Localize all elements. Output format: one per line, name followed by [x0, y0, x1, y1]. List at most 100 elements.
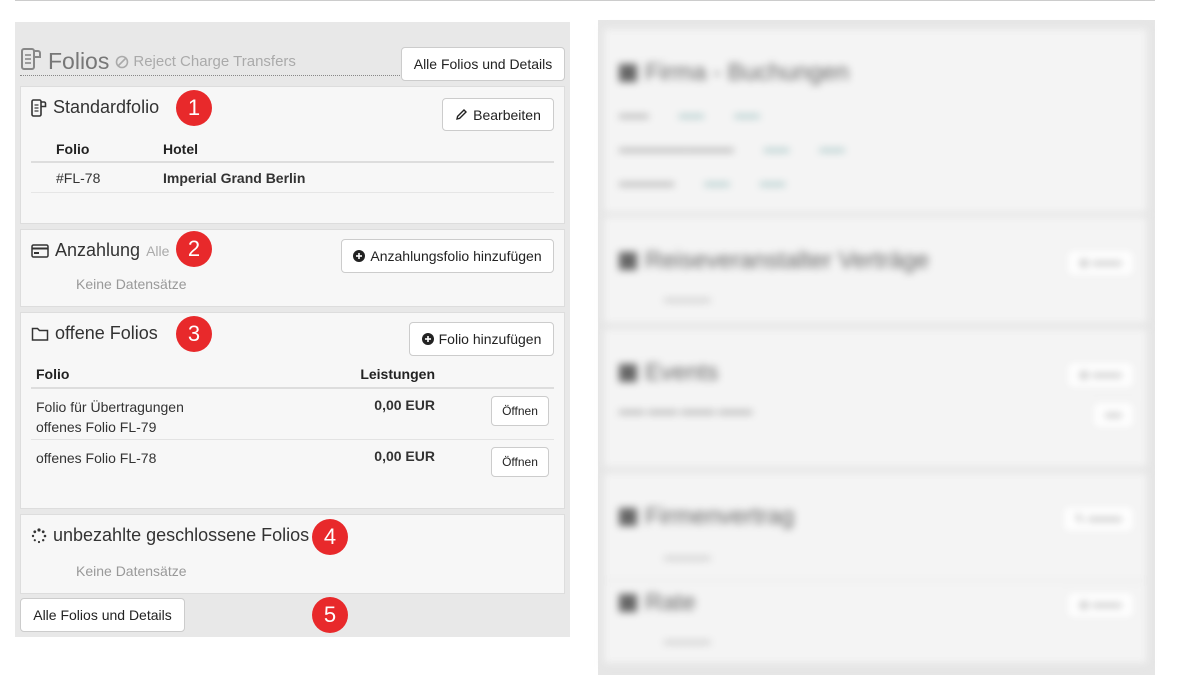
- open-folios-section: offene Folios Folio hinzufügen Folio Lei…: [20, 312, 565, 509]
- blurred-row: ▪▪▪▪▪▪ ▪▪▪▪▪▪▪ ▪▪▪▪▪▪▪▪ ▪▪▪▪▪▪▪▪: [619, 405, 753, 419]
- events-card: Events ⊕ ▪▪▪▪▪▪▪ ▪▪▪▪▪▪ ▪▪▪▪▪▪▪ ▪▪▪▪▪▪▪▪…: [603, 328, 1148, 468]
- events-title: Events: [619, 359, 718, 387]
- tour-contracts-title: Reiseveranstalter Verträge: [619, 247, 929, 275]
- spinner-icon: [31, 527, 47, 543]
- folio-description: offenes Folio FL-78: [36, 448, 156, 468]
- folder-icon: [31, 327, 49, 341]
- open-folio-button[interactable]: Öffnen: [491, 447, 549, 477]
- reject-charge-transfers-label: Reject Charge Transfers: [115, 53, 296, 70]
- column-header-folio: Folio: [36, 366, 70, 382]
- edit-button[interactable]: Bearbeiten: [442, 98, 554, 131]
- folios-title-row: Folios Reject Charge Transfers: [20, 48, 400, 76]
- unpaid-closed-empty-note: Keine Datensätze: [76, 563, 187, 579]
- table-row: offenes Folio FL-78 0,00 EUR Öffnen: [31, 440, 554, 491]
- table-row[interactable]: #FL-78 Imperial Grand Berlin: [31, 163, 554, 193]
- open-folios-title: offene Folios: [55, 323, 158, 343]
- plus-circle-icon: [421, 333, 434, 345]
- blurred-row: ▪▪▪▪▪▪▪ ▪▪▪▪▪▪ ▪▪▪▪▪▪: [619, 109, 760, 123]
- add-folio-button[interactable]: Folio hinzufügen: [409, 322, 554, 356]
- company-contract-title-text: Firmenvertrag: [645, 503, 795, 530]
- standard-folio-header: Standardfolio: [31, 97, 159, 118]
- unpaid-closed-folios-section: unbezahlte geschlossene Folios Keine Dat…: [20, 514, 565, 594]
- deposit-section: Anzahlung Alle Anzahlungsfolio hinzufüge…: [20, 229, 565, 307]
- add-folio-label: Folio hinzufügen: [438, 331, 542, 347]
- company-bookings-title: Firma - Buchungen: [619, 59, 849, 87]
- standard-folio-table: Folio Hotel #FL-78 Imperial Grand Berlin: [31, 137, 554, 193]
- folio-line-1: offenes Folio FL-78: [36, 450, 157, 466]
- card-icon: [619, 252, 637, 270]
- column-header-services: Leistungen: [360, 366, 435, 382]
- reject-charge-transfers-text: Reject Charge Transfers: [133, 53, 296, 70]
- folios-panel: Folios Reject Charge Transfers Alle Foli…: [15, 22, 570, 637]
- rate-title: Rate: [619, 589, 696, 617]
- open-folios-header: offene Folios: [31, 323, 158, 344]
- marker-2: 2: [176, 231, 212, 267]
- blurred-add-button[interactable]: ⊕ ▪▪▪▪▪▪▪: [1065, 591, 1135, 619]
- blurred-row: ▪▪▪▪▪▪▪▪▪▪▪▪▪ ▪▪▪▪▪▪ ▪▪▪▪▪▪: [619, 177, 786, 191]
- company-contract-title: Firmenvertrag: [619, 503, 794, 531]
- folio-icon: [20, 47, 42, 76]
- unpaid-closed-title: unbezahlte geschlossene Folios: [53, 525, 310, 545]
- marker-4: 4: [312, 519, 348, 555]
- pencil-icon: [456, 109, 468, 120]
- table-row: Folio für Übertragungen offenes Folio FL…: [31, 389, 554, 440]
- deposit-hint: Alle: [146, 242, 170, 259]
- table-header-row: Folio Hotel: [31, 137, 554, 163]
- edit-button-label: Bearbeiten: [473, 106, 541, 123]
- deposit-header: Anzahlung Alle: [31, 240, 169, 261]
- open-folio-button[interactable]: Öffnen: [491, 396, 549, 426]
- document-icon: [619, 594, 637, 612]
- add-deposit-folio-label: Anzahlungsfolio hinzufügen: [370, 248, 542, 264]
- unpaid-closed-header: unbezahlte geschlossene Folios: [31, 525, 309, 546]
- open-folios-table: Folio Leistungen Folio für Übertragungen…: [31, 361, 554, 491]
- hotel-name: Imperial Grand Berlin: [163, 169, 306, 186]
- plus-circle-icon: [353, 250, 366, 262]
- folio-line-1: Folio für Übertragungen: [36, 399, 184, 415]
- all-folios-details-button[interactable]: Alle Folios und Details: [401, 47, 565, 81]
- building-icon: [619, 64, 637, 82]
- folio-amount: 0,00 EUR: [374, 397, 435, 413]
- folio-description: Folio für Übertragungen offenes Folio FL…: [36, 397, 184, 437]
- column-header-hotel: Hotel: [163, 141, 198, 157]
- credit-card-icon: [31, 243, 49, 258]
- rate-card: Rate ⊕ ▪▪▪▪▪▪▪ ▪▪▪▪▪▪▪▪▪▪▪: [603, 580, 1148, 664]
- folio-line-2: offenes Folio FL-79: [36, 419, 157, 435]
- blurred-row: ▪▪▪▪▪▪▪▪▪▪▪▪▪▪▪▪▪▪▪▪▪▪▪▪▪▪▪ ▪▪▪▪▪▪ ▪▪▪▪▪▪: [619, 143, 845, 157]
- marker-1: 1: [176, 90, 212, 126]
- blurred-empty-note: ▪▪▪▪▪▪▪▪▪▪▪: [664, 293, 711, 307]
- blurred-content: Firma - Buchungen ▪▪▪▪▪▪▪ ▪▪▪▪▪▪ ▪▪▪▪▪▪ ▪▪…: [598, 20, 1155, 675]
- blurred-empty-note: ▪▪▪▪▪▪▪▪▪▪▪: [664, 551, 711, 565]
- folio-amount: 0,00 EUR: [374, 448, 435, 464]
- add-deposit-folio-button[interactable]: Anzahlungsfolio hinzufügen: [341, 239, 554, 273]
- tour-contracts-title-text: Reiseveranstalter Verträge: [645, 247, 930, 274]
- blurred-side-panel: Firma - Buchungen ▪▪▪▪▪▪▪ ▪▪▪▪▪▪ ▪▪▪▪▪▪ ▪▪…: [598, 20, 1155, 675]
- blurred-edit-button[interactable]: ✎ ▪▪▪▪▪▪▪▪: [1061, 505, 1135, 533]
- folio-icon: [31, 98, 47, 117]
- top-divider: [15, 0, 1155, 1]
- standard-folio-title: Standardfolio: [53, 97, 160, 117]
- card-icon: [619, 364, 637, 382]
- marker-5: 5: [312, 597, 348, 633]
- standard-folio-section: Standardfolio Bearbeiten Folio Hotel #FL…: [20, 86, 565, 224]
- company-contract-card: Firmenvertrag ✎ ▪▪▪▪▪▪▪▪ ▪▪▪▪▪▪▪▪▪▪▪: [603, 472, 1148, 582]
- table-header-row: Folio Leistungen: [31, 361, 554, 389]
- blurred-add-button[interactable]: ⊕ ▪▪▪▪▪▪▪: [1065, 361, 1135, 389]
- marker-3: 3: [176, 316, 212, 352]
- folios-header: Folios Reject Charge Transfers Alle Foli…: [15, 22, 570, 81]
- folios-title: Folios: [48, 48, 110, 74]
- blurred-empty-note: ▪▪▪▪▪▪▪▪▪▪▪: [664, 635, 711, 649]
- footer-all-folios-details-button[interactable]: Alle Folios und Details: [20, 598, 185, 632]
- column-header-folio: Folio: [56, 141, 90, 157]
- deposit-title: Anzahlung: [55, 240, 141, 260]
- events-title-text: Events: [645, 359, 719, 386]
- tour-contracts-card: Reiseveranstalter Verträge ⊕ ▪▪▪▪▪▪▪ ▪▪▪…: [603, 216, 1148, 324]
- document-icon: [619, 508, 637, 526]
- folio-number: #FL-78: [56, 169, 101, 186]
- rate-title-text: Rate: [645, 589, 696, 616]
- ban-icon: [116, 55, 129, 68]
- blurred-add-button[interactable]: ⊕ ▪▪▪▪▪▪▪: [1065, 249, 1135, 277]
- company-bookings-title-text: Firma - Buchungen: [645, 59, 850, 86]
- company-bookings-card: Firma - Buchungen ▪▪▪▪▪▪▪ ▪▪▪▪▪▪ ▪▪▪▪▪▪ ▪▪…: [603, 28, 1148, 213]
- blurred-view-button[interactable]: ▪▪▪▪: [1091, 401, 1135, 429]
- deposit-empty-note: Keine Datensätze: [76, 276, 187, 292]
